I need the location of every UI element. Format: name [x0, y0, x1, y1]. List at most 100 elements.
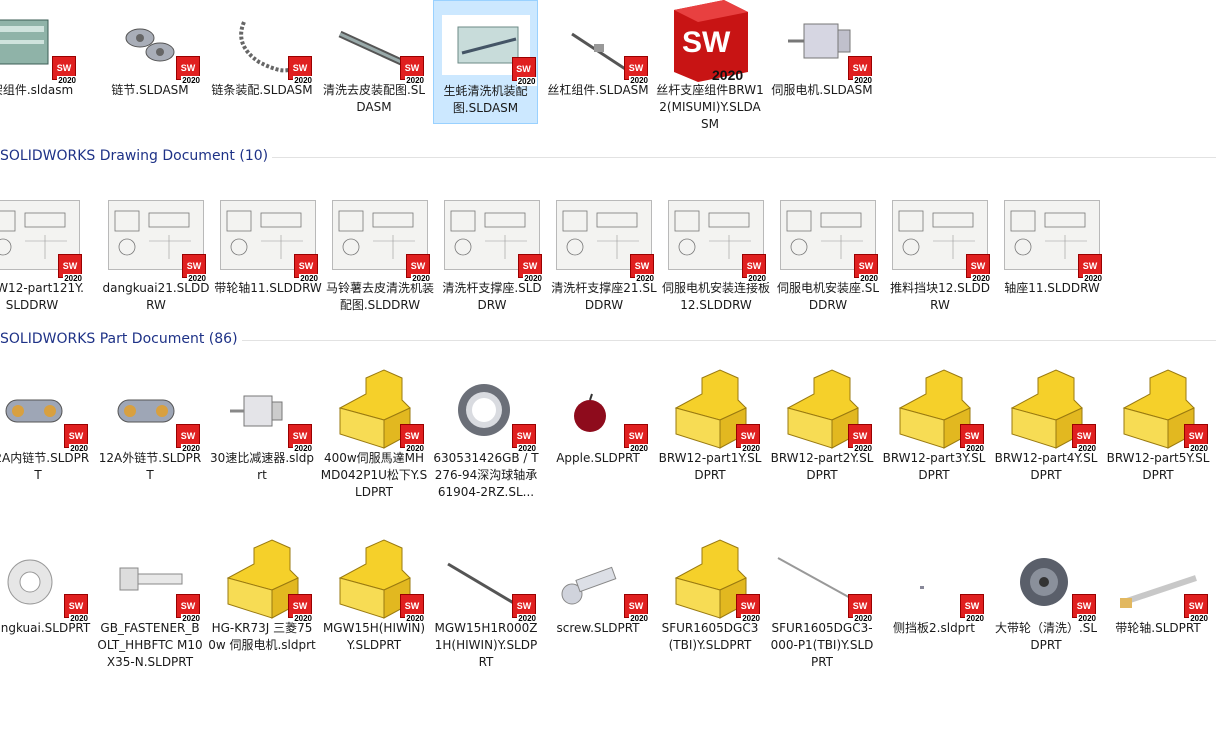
file-item[interactable]: SW 2020 400w伺服馬達MHMD042P1U松下Y.SLDPRT [318, 368, 430, 501]
inner-link-thumb: SW 2020 [0, 368, 89, 453]
file-item[interactable]: SW 2020 12A外链节.SLDPRT [94, 368, 206, 484]
washer-thumb: SW 2020 [0, 538, 89, 623]
solidworks-badge-icon: SW 2020 [176, 56, 201, 85]
solidworks-badge-icon: SW 2020 [406, 254, 431, 283]
file-item[interactable]: SW 2020 大带轮（清洗）.SLDPRT [990, 538, 1102, 654]
svg-text:SW: SW [682, 26, 731, 59]
screw-thumb: SW 2020 [550, 538, 649, 623]
drawing-thumb: SW 2020 [1004, 198, 1103, 283]
file-name: 12A外链节.SLDPRT [98, 451, 202, 482]
solidworks-badge-icon: SW 2020 [176, 594, 201, 623]
file-item[interactable]: SW 2020 丝杠组件.SLDASM [542, 0, 654, 99]
file-name: 清洗去皮装配图.SLDASM [322, 83, 426, 114]
file-name: HG-KR73J 三菱750w 伺服电机.sldprt [208, 621, 316, 652]
generic-part-icon: SW 2020 [326, 368, 425, 453]
small-part-thumb: SW 2020 [886, 538, 985, 623]
file-name: 伺服电机安装座.SLDDRW [776, 281, 880, 312]
file-item[interactable]: SW 2020 GB_FASTENER_BOLT_HHBFTC M10X35-N.S… [94, 538, 206, 671]
solidworks-badge-icon: SW 2020 [288, 56, 313, 85]
solidworks-badge-icon: SW 2020 [64, 424, 89, 453]
file-item[interactable]: SW 2020 SFUR1605DGC3(TBI)Y.SLDPRT [654, 538, 766, 654]
file-item[interactable]: SW 2020 MGW15H1R000Z1H(HIWIN)Y.SLDPRT [430, 538, 542, 671]
file-name: BRW12-part3Y.SLDPRT [882, 451, 986, 482]
pulley-thumb: SW 2020 [998, 538, 1097, 623]
solidworks-badge-icon: SW 2020 [518, 254, 543, 283]
generic-part-icon: SW 2020 [662, 368, 761, 453]
file-item[interactable]: SW 2020 带轮轴11.SLDDRW [212, 198, 324, 297]
file-item[interactable]: SW 2020 伺服电机.SLDASM [766, 0, 878, 99]
file-item[interactable]: SW 2020 清洗去皮装配图.SLDASM [318, 0, 430, 116]
drawing-thumb: SW 2020 [0, 198, 83, 283]
outer-link-thumb: SW 2020 [102, 368, 201, 453]
group-header-part[interactable]: SOLIDWORKS Part Document (86) [0, 331, 238, 347]
solidworks-badge-icon: SW 2020 [848, 56, 873, 85]
file-name: 12A内链节.SLDPRT [0, 451, 90, 482]
file-name: 630531426GB / T276-94深沟球轴承61904-2RZ.SL..… [433, 451, 539, 499]
file-item[interactable]: SW 2020 BRW12-part5Y.SLDPRT [1102, 368, 1214, 484]
solidworks-badge-icon: SW 2020 [742, 254, 767, 283]
file-name: MGW15H1R000Z1H(HIWIN)Y.SLDPRT [434, 621, 538, 669]
file-item[interactable]: SW 2020 伺服电机安装连接板12.SLDDRW [660, 198, 772, 314]
file-item[interactable]: SW 2020 带轮轴.SLDPRT [1102, 538, 1214, 637]
file-name: BRW12-part4Y.SLDPRT [994, 451, 1098, 482]
drawing-thumb: SW 2020 [444, 198, 543, 283]
drawing-thumb: SW 2020 [892, 198, 991, 283]
file-item[interactable]: SW 2020 SFUR1605DGC3-000-P1(TBI)Y.SLDPRT [766, 538, 878, 671]
solidworks-badge-icon: SW 2020 [176, 424, 201, 453]
file-item[interactable]: SW 2020 清洗杆支撑座.SLDDRW [436, 198, 548, 314]
solidworks-badge-icon: SW 2020 [1072, 594, 1097, 623]
file-item[interactable]: SW 2020 伺服电机安装座.SLDDRW [772, 198, 884, 314]
solidworks-badge-icon: SW 2020 [960, 424, 985, 453]
file-item[interactable]: SW 2020 screw.SLDPRT [542, 538, 654, 637]
file-item[interactable]: SW2020dangkuai.SLDPRT [0, 538, 94, 637]
file-name: 清洗杆支撑座.SLDDRW [442, 281, 542, 312]
file-name: 清洗杆支撑座21.SLDDRW [551, 281, 657, 312]
drawing-thumb: SW 2020 [780, 198, 879, 283]
file-item[interactable]: SW 2020 轴座11.SLDDRW [996, 198, 1108, 297]
solidworks-badge-icon: SW 2020 [630, 254, 655, 283]
file-item[interactable]: SW 2020 马铃薯去皮清洗机装配图.SLDDRW [324, 198, 436, 314]
solidworks-badge-icon: SW 2020 [1072, 424, 1097, 453]
file-item[interactable]: SW 2020 清洗杆支撑座21.SLDDRW [548, 198, 660, 314]
solidworks-badge-icon: SW 2020 [64, 594, 89, 623]
file-item[interactable]: SW 2020 HG-KR73J 三菱750w 伺服电机.sldprt [206, 538, 318, 654]
file-item[interactable]: SW 2020 BRW12-part3Y.SLDPRT [878, 368, 990, 484]
file-item[interactable]: SW2020 机架组件.sldasm [0, 0, 82, 99]
lead-screw-thumb: SW 2020 [550, 0, 649, 85]
file-item[interactable]: SW 2020 BRW12-part1Y.SLDPRT [654, 368, 766, 484]
file-item[interactable]: SW 2020 MGW15H(HIWIN)Y.SLDPRT [318, 538, 430, 654]
file-item[interactable]: SW 2020 侧挡板2.sldprt [878, 538, 990, 637]
solidworks-badge-icon: SW 2020 [400, 56, 425, 85]
file-name: 30速比减速器.sldprt [210, 451, 314, 482]
solidworks-badge-icon: SW 2020 [1078, 254, 1103, 283]
file-item[interactable]: SW2020BRW12-part121Y.SLDDRW [0, 198, 88, 314]
file-item[interactable]: SW 2020 链节.SLDASM [94, 0, 206, 99]
chain-thumb: SW 2020 [214, 0, 313, 85]
solidworks-badge-icon: SW 2020 [854, 254, 879, 283]
solidworks-badge-icon: SW 2020 [511, 57, 537, 86]
file-item[interactable]: SW 2020 630531426GB / T276-94深沟球轴承61904-2R… [430, 368, 542, 501]
file-name: dangkuai21.SLDDRW [102, 281, 210, 312]
solidworks-badge-icon: SW 2020 [966, 254, 991, 283]
file-item[interactable]: SW 2020 dangkuai21.SLDDRW [100, 198, 212, 314]
drawing-thumb: SW 2020 [668, 198, 767, 283]
solidworks-badge-icon: SW 2020 [512, 594, 537, 623]
file-item[interactable]: SW 2020 30速比减速器.sldprt [206, 368, 318, 484]
file-item-selected[interactable]: SW 2020 生蚝清洗机装配图.SLDASM [433, 0, 538, 124]
file-item[interactable]: SW 2020 丝杆支座组件BRW12(MISUMI)Y.SLDASM [654, 0, 766, 133]
file-item[interactable]: SW 2020 BRW12-part2Y.SLDPRT [766, 368, 878, 484]
file-item[interactable]: SW 2020 BRW12-part4Y.SLDPRT [990, 368, 1102, 484]
file-item[interactable]: SW202012A内链节.SLDPRT [0, 368, 94, 484]
generic-part-icon: SW 2020 [774, 368, 873, 453]
generic-part-icon: SW 2020 [214, 538, 313, 623]
solidworks-badge-icon: SW 2020 [624, 594, 649, 623]
file-name: BRW12-part2Y.SLDPRT [770, 451, 874, 482]
servo-motor-thumb: SW 2020 [774, 0, 873, 85]
file-item[interactable]: SW 2020 Apple.SLDPRT [542, 368, 654, 467]
group-header-drawing[interactable]: SOLIDWORKS Drawing Document (10) [0, 148, 268, 164]
file-item[interactable]: SW 2020 链条装配.SLDASM [206, 0, 318, 99]
bearing-thumb: SW 2020 [438, 368, 537, 453]
file-name: 生蚝清洗机装配图.SLDASM [443, 84, 528, 115]
file-item[interactable]: SW 2020 推料挡块12.SLDDRW [884, 198, 996, 314]
rail-thumb: SW 2020 [438, 538, 537, 623]
